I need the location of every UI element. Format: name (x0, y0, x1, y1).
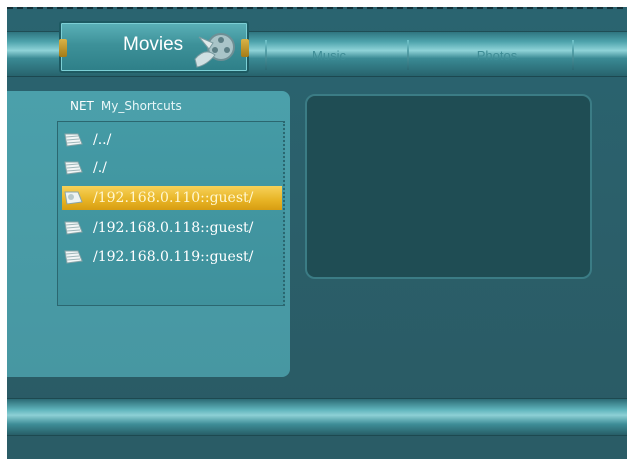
tab-movies[interactable]: Movies (59, 21, 249, 73)
bottom-strip (7, 436, 627, 459)
list-item-label: /192.168.0.110::guest/ (93, 190, 254, 206)
nav-separator (407, 40, 409, 70)
list-item[interactable]: /192.168.0.118::guest/ (62, 216, 282, 240)
list-item-label: /192.168.0.118::guest/ (93, 220, 254, 236)
list-item[interactable]: /192.168.0.119::guest/ (62, 245, 282, 269)
source-tab-net[interactable]: NET (70, 99, 94, 113)
source-tab-shortcuts[interactable]: My_Shortcuts (101, 99, 182, 113)
list-item[interactable]: /./ (62, 156, 282, 180)
nav-separator (572, 40, 574, 70)
tab-movies-label: Movies (123, 34, 184, 55)
preview-pane (305, 94, 592, 279)
network-share-icon (64, 250, 83, 264)
arrow-left-icon[interactable] (59, 39, 67, 57)
folder-icon (64, 133, 83, 147)
source-tabs: NET My_Shortcuts (70, 99, 182, 113)
list-item-label: /./ (93, 160, 107, 176)
network-share-icon (64, 191, 83, 205)
tab-music[interactable]: Music (269, 42, 389, 68)
file-browser-panel: NET My_Shortcuts /../ /./ /192.168.0.110… (7, 91, 290, 377)
list-item-label: /../ (93, 132, 112, 148)
nav-separator (265, 40, 267, 70)
top-edge (7, 7, 627, 9)
film-reel-icon (194, 33, 235, 68)
list-item-label: /192.168.0.119::guest/ (93, 249, 254, 265)
tab-music-label: Music (312, 47, 346, 63)
list-item[interactable]: /../ (62, 128, 282, 152)
folder-icon (64, 161, 83, 175)
network-share-icon (64, 221, 83, 235)
arrow-right-icon[interactable] (241, 39, 249, 57)
list-item-selected[interactable]: /192.168.0.110::guest/ (62, 186, 282, 210)
tab-photos-label: Photos (476, 47, 518, 63)
media-player-screen: Music Photos Movies NET My_Shortcuts /..… (7, 7, 627, 459)
bottom-bar (7, 398, 627, 436)
tab-photos[interactable]: Photos (427, 42, 567, 68)
file-list[interactable]: /../ /./ /192.168.0.110::guest/ /192.168… (57, 121, 285, 306)
